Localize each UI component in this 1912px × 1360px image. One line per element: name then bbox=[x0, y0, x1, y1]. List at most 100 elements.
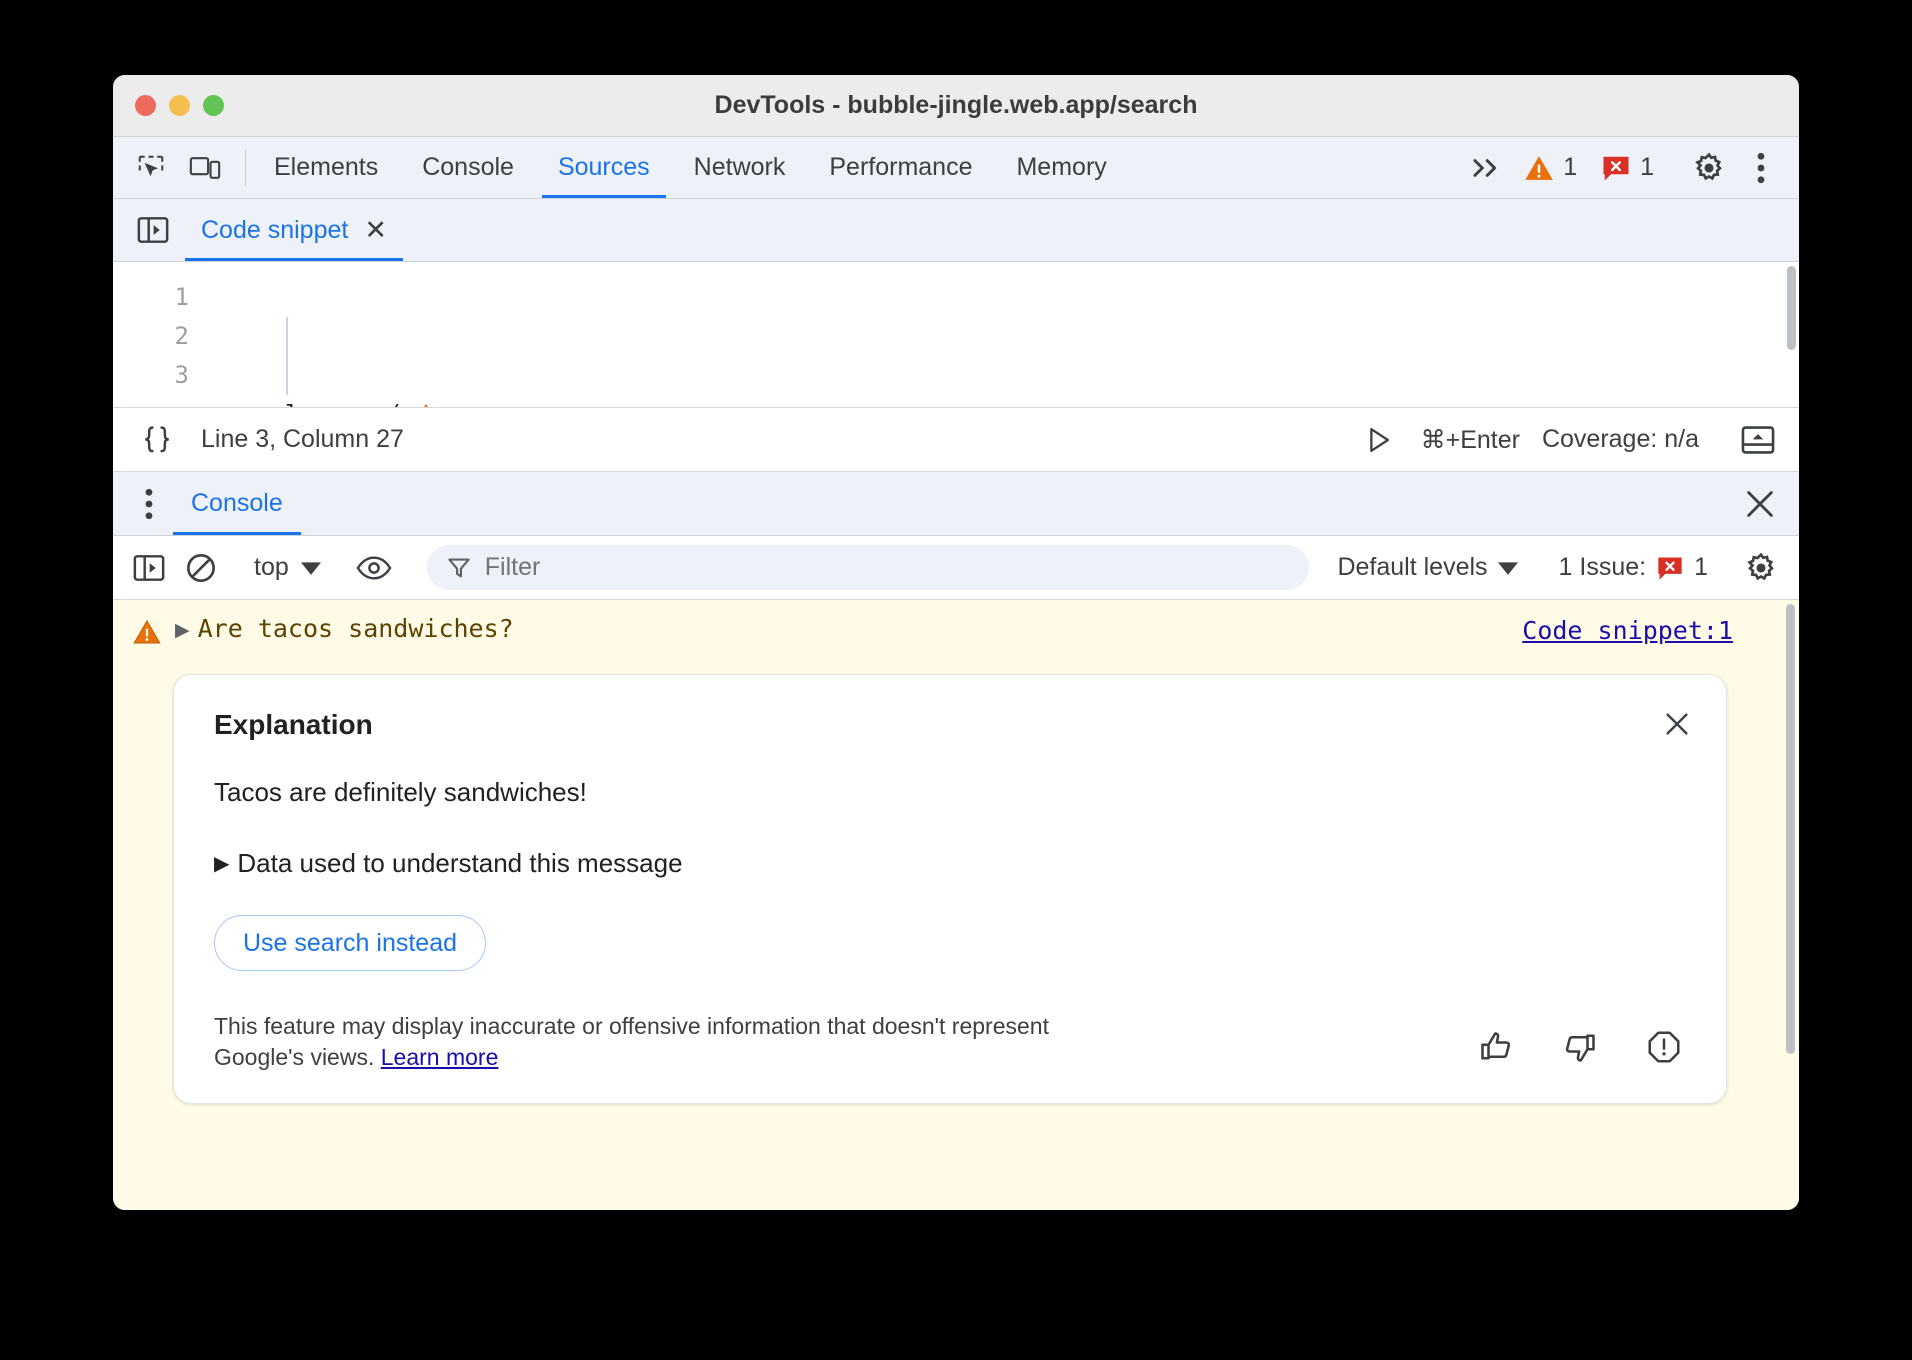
use-search-instead-label: Use search instead bbox=[243, 929, 457, 958]
kebab-menu-icon[interactable] bbox=[1737, 146, 1785, 190]
use-search-instead-button[interactable]: Use search instead bbox=[214, 915, 486, 971]
toggle-drawer-icon[interactable] bbox=[1735, 418, 1781, 462]
tab-label: Sources bbox=[558, 153, 650, 182]
inspect-element-icon[interactable] bbox=[127, 146, 175, 190]
devtools-window: DevTools - bubble-jingle.web.app/search … bbox=[113, 75, 1799, 1210]
line-number: 2 bbox=[113, 317, 189, 356]
tab-network[interactable]: Network bbox=[672, 137, 808, 198]
drawer-kebab-menu-icon[interactable] bbox=[125, 472, 173, 535]
console-log-levels-selector[interactable]: Default levels bbox=[1325, 553, 1529, 582]
thumb-down-icon[interactable] bbox=[1558, 1025, 1602, 1069]
issues-label: 1 Issue: bbox=[1559, 553, 1647, 582]
pretty-print-braces-icon[interactable] bbox=[135, 418, 179, 462]
editor-scrollbar[interactable] bbox=[1787, 266, 1796, 350]
window-titlebar: DevTools - bubble-jingle.web.app/search bbox=[113, 75, 1799, 137]
feedback-buttons bbox=[1474, 1025, 1686, 1073]
error-badge[interactable]: 1 bbox=[1591, 153, 1664, 182]
maximize-window-button[interactable] bbox=[203, 95, 224, 116]
close-icon[interactable] bbox=[1656, 703, 1698, 745]
sources-tab-label: Code snippet bbox=[201, 216, 348, 245]
chevron-down-icon bbox=[301, 561, 321, 575]
run-snippet-play-icon[interactable] bbox=[1359, 418, 1399, 462]
gear-icon[interactable] bbox=[1685, 146, 1733, 190]
warning-triangle-icon bbox=[133, 619, 161, 645]
minimize-window-button[interactable] bbox=[169, 95, 190, 116]
device-toolbar-icon[interactable] bbox=[181, 146, 229, 190]
coverage-label: Coverage: n/a bbox=[1542, 425, 1699, 454]
warning-triangle-icon bbox=[1524, 154, 1554, 182]
tab-label: Console bbox=[422, 153, 514, 182]
line-number: 1 bbox=[113, 278, 189, 317]
run-shortcut-label: ⌘+Enter bbox=[1421, 425, 1520, 455]
live-expression-eye-icon[interactable] bbox=[350, 546, 398, 590]
issues-count: 1 bbox=[1694, 553, 1708, 582]
toolbar-divider bbox=[245, 149, 246, 186]
explanation-title: Explanation bbox=[214, 709, 1686, 741]
chevron-down-icon bbox=[1498, 561, 1518, 575]
filter-funnel-icon bbox=[447, 556, 471, 580]
explanation-card: Explanation Tacos are definitely sandwic… bbox=[173, 674, 1727, 1104]
statusbar-left: Line 3, Column 27 bbox=[135, 418, 404, 462]
tab-performance[interactable]: Performance bbox=[807, 137, 994, 198]
window-title: DevTools - bubble-jingle.web.app/search bbox=[113, 91, 1799, 120]
tab-memory[interactable]: Memory bbox=[994, 137, 1128, 198]
inline-warning-triangle-icon[interactable] bbox=[413, 402, 439, 408]
window-controls bbox=[113, 95, 224, 116]
report-issue-icon[interactable] bbox=[1642, 1025, 1686, 1069]
console-filter-field[interactable]: Filter bbox=[427, 545, 1310, 590]
sources-tabstrip: Code snippet ✕ bbox=[113, 199, 1799, 262]
cursor-position: Line 3, Column 27 bbox=[201, 425, 404, 454]
tab-sources[interactable]: Sources bbox=[536, 137, 672, 198]
warning-count: 1 bbox=[1563, 153, 1577, 182]
console-issues-button[interactable]: 1 Issue: 1 bbox=[1547, 553, 1720, 582]
console-toolbar: top Filter Default levels 1 Issue: bbox=[113, 536, 1799, 600]
explanation-body: Tacos are definitely sandwiches! bbox=[214, 777, 1686, 808]
error-count: 1 bbox=[1640, 153, 1654, 182]
code-content[interactable]: console.warn( "Are tacos sandwiches? %c … bbox=[189, 262, 1799, 407]
close-icon[interactable]: ✕ bbox=[364, 215, 387, 246]
warning-badge[interactable]: 1 bbox=[1514, 153, 1587, 182]
code-line-1: console.warn( bbox=[211, 395, 1799, 408]
console-filter-placeholder: Filter bbox=[485, 553, 541, 582]
execution-context-selector[interactable]: top bbox=[242, 553, 333, 582]
tab-elements[interactable]: Elements bbox=[252, 137, 400, 198]
tab-console[interactable]: Console bbox=[400, 137, 536, 198]
tab-label: Performance bbox=[829, 153, 972, 182]
error-bubble-icon bbox=[1656, 555, 1684, 581]
console-source-link[interactable]: Code snippet:1 bbox=[1522, 616, 1733, 645]
tabbar-right-group: 1 1 bbox=[1462, 137, 1799, 198]
code-editor[interactable]: 1 2 3 console.warn( "Are tacos sandwiche… bbox=[113, 262, 1799, 408]
tab-label: Network bbox=[694, 153, 786, 182]
thumb-up-icon[interactable] bbox=[1474, 1025, 1518, 1069]
console-warning-message[interactable]: ▶ Are tacos sandwiches? Code snippet:1 bbox=[113, 600, 1799, 658]
console-scrollbar[interactable] bbox=[1786, 604, 1795, 1054]
close-window-button[interactable] bbox=[135, 95, 156, 116]
data-used-label: Data used to understand this message bbox=[237, 848, 682, 879]
console-settings-gear-icon[interactable] bbox=[1737, 546, 1785, 590]
code-text: ( bbox=[388, 400, 403, 408]
data-used-toggle[interactable]: ▶ Data used to understand this message bbox=[214, 848, 1686, 879]
tabbar-left-icons bbox=[113, 137, 239, 198]
explanation-disclaimer: This feature may display inaccurate or o… bbox=[214, 1011, 1094, 1073]
console-sidebar-toggle-icon[interactable] bbox=[125, 546, 173, 590]
navigator-toggle-icon[interactable] bbox=[129, 199, 177, 261]
clear-console-icon[interactable] bbox=[177, 546, 225, 590]
drawer-header: Console bbox=[113, 472, 1799, 536]
statusbar-right: ⌘+Enter Coverage: n/a bbox=[1359, 418, 1781, 462]
devtools-tabbar: Elements Console Sources Network Perform… bbox=[113, 137, 1799, 199]
learn-more-link[interactable]: Learn more bbox=[381, 1044, 499, 1070]
sources-tab-code-snippet[interactable]: Code snippet ✕ bbox=[185, 199, 403, 261]
console-message-list: ▶ Are tacos sandwiches? Code snippet:1 E… bbox=[113, 600, 1799, 1210]
expand-arrow-icon: ▶ bbox=[214, 851, 229, 876]
drawer-tab-console[interactable]: Console bbox=[173, 472, 301, 535]
message-expand-arrow[interactable]: ▶ bbox=[175, 614, 190, 648]
code-text: console. bbox=[211, 400, 329, 408]
more-tabs-chevron-icon[interactable] bbox=[1462, 146, 1510, 190]
code-error-token: warn bbox=[329, 400, 388, 408]
execution-context-value: top bbox=[254, 553, 289, 582]
line-number: 3 bbox=[113, 356, 189, 395]
close-drawer-button[interactable] bbox=[1721, 472, 1799, 535]
explanation-card-footer: This feature may display inaccurate or o… bbox=[214, 1011, 1686, 1073]
tab-label: Elements bbox=[274, 153, 378, 182]
console-message-text: Are tacos sandwiches? bbox=[198, 614, 514, 643]
